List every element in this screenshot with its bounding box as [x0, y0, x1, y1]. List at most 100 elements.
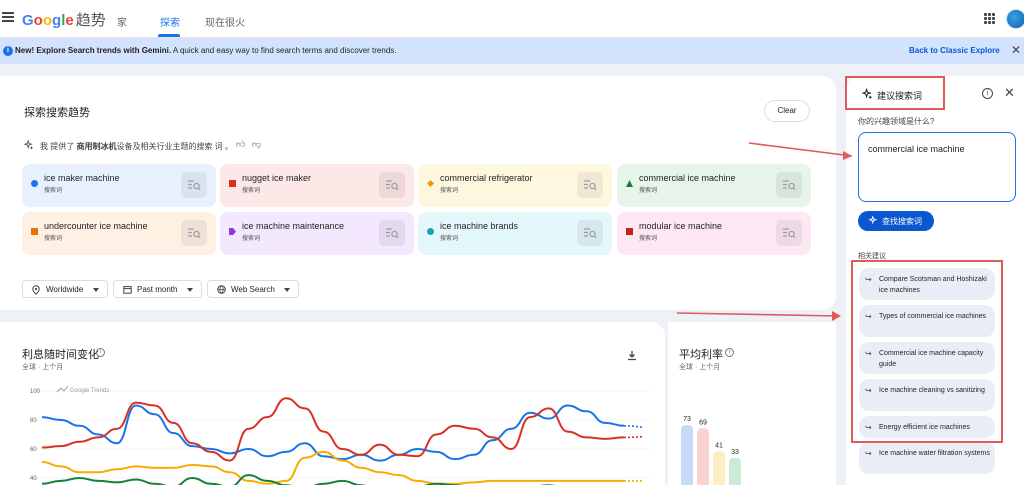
y-tick-label: 60 [30, 447, 37, 453]
thumbs-up-icon[interactable]: 👍︎ [236, 139, 245, 150]
series-marker-icon [427, 228, 434, 235]
term-options-button[interactable] [776, 172, 802, 198]
interest-chart-subtitle: 全球 · 上个月 [22, 364, 64, 371]
account-avatar[interactable] [1006, 9, 1024, 29]
search-term-card[interactable]: commercial refrigerator 搜索词 [418, 164, 612, 207]
bar-value-label: 69 [699, 419, 707, 426]
bar-value-label: 33 [731, 449, 739, 456]
globe-icon [217, 285, 226, 294]
search-term-card[interactable]: ice machine maintenance 搜索词 [220, 212, 414, 255]
interest-chart-title: 利息随时间变化 [22, 349, 99, 361]
tab-explore[interactable]: 探索 [160, 14, 180, 29]
search-term-card[interactable]: undercounter ice machine 搜索词 [22, 212, 216, 255]
arrow-forward-icon: ↪ [865, 449, 872, 458]
term-options-button[interactable] [379, 220, 405, 246]
interest-line-chart: 100 80 60 40 Google Trends [30, 385, 650, 485]
location-filter[interactable]: Worldwide [22, 280, 108, 298]
term-options-button[interactable] [577, 220, 603, 246]
suggestion-chip[interactable]: ↪ Compare Scotsman and Hoshizaki ice mach… [859, 268, 995, 300]
suggestion-chip[interactable]: ↪ Commercial ice machine capacity guide [859, 342, 995, 374]
suggestion-chip[interactable]: ↪ Energy efficient ice machines [859, 416, 995, 438]
search-term-card[interactable]: ice machine brands 搜索词 [418, 212, 612, 255]
suggestion-text: Commercial ice machine capacity guide [879, 350, 984, 368]
list-search-icon [783, 228, 796, 239]
chevron-down-icon [93, 288, 99, 292]
suggestion-chip[interactable]: ↪ Ice machine cleaning vs sanitizing [859, 379, 995, 411]
info-icon[interactable]: i [982, 88, 993, 99]
search-term-card[interactable]: ice maker machine 搜索词 [22, 164, 216, 207]
average-bar [729, 457, 741, 485]
search-type-filter[interactable]: Web Search [207, 280, 299, 298]
find-search-terms-label: 查找搜索词 [882, 217, 922, 226]
search-term-label: ice machine maintenance [242, 221, 345, 231]
arrow-forward-icon: ↪ [865, 312, 872, 321]
search-term-type: 搜索词 [242, 236, 261, 242]
google-apps-icon[interactable] [984, 13, 995, 24]
list-search-icon [386, 228, 399, 239]
search-term-label: commercial refrigerator [440, 173, 533, 183]
series-marker-icon [229, 180, 236, 187]
search-term-label: undercounter ice machine [44, 221, 148, 231]
search-term-card[interactable]: commercial ice machine 搜索词 [617, 164, 811, 207]
average-chart-subtitle: 全球 · 上个月 [679, 364, 721, 371]
close-icon[interactable]: ✕ [1011, 43, 1021, 57]
search-term-label: nugget ice maker [242, 173, 312, 183]
search-term-type: 搜索词 [44, 188, 63, 194]
list-search-icon [783, 180, 796, 191]
logo-trends-text: 趋势 [75, 12, 106, 29]
search-term-type: 搜索词 [440, 236, 459, 242]
search-type-filter-label: Web Search [231, 285, 275, 294]
bar-value-label: 41 [715, 442, 723, 449]
y-tick-label: 80 [30, 418, 37, 424]
suggestion-text: Ice machine water filtration systems [879, 450, 990, 457]
search-term-card[interactable]: modular ice machine 搜索词 [617, 212, 811, 255]
info-icon[interactable]: i [96, 348, 105, 357]
tab-home[interactable]: 家 [117, 14, 127, 29]
explore-card: 探索搜索趋势 Clear 我 提供了 商用制冰机设备及相关行业主题的搜索 词 。… [0, 76, 836, 310]
hamburger-menu-icon[interactable] [2, 12, 14, 24]
info-icon[interactable]: i [725, 348, 734, 357]
average-bar [681, 425, 693, 485]
arrow-forward-icon: ↪ [865, 349, 872, 358]
series-line [41, 450, 624, 485]
term-options-button[interactable] [181, 172, 207, 198]
series-projection [623, 425, 645, 429]
ai-note: 我 提供了 商用制冰机设备及相关行业主题的搜索 词 。 [40, 142, 233, 151]
download-icon[interactable] [627, 350, 637, 361]
interest-question: 你的兴趣领域是什么? [858, 117, 935, 126]
suggestion-chip[interactable]: ↪ Types of commercial ice machines [859, 305, 995, 337]
thumbs-down-icon[interactable]: 👎︎ [252, 139, 261, 150]
time-range-filter[interactable]: Past month [113, 280, 202, 298]
logo-google-text: Google [22, 12, 74, 29]
search-term-type: 搜索词 [44, 236, 63, 242]
list-search-icon [584, 180, 597, 191]
active-tab-indicator [158, 34, 180, 37]
back-to-classic-link[interactable]: Back to Classic Explore [909, 46, 1000, 55]
term-options-button[interactable] [776, 220, 802, 246]
term-options-button[interactable] [379, 172, 405, 198]
tab-trending-now[interactable]: 现在很火 [205, 14, 245, 29]
search-term-type: 搜索词 [440, 188, 459, 194]
term-options-button[interactable] [181, 220, 207, 246]
search-term-label: commercial ice machine [639, 173, 736, 183]
sparkle-icon [862, 88, 872, 99]
suggestion-chip[interactable]: ↪ Ice machine water filtration systems [859, 442, 995, 474]
y-tick-label: 40 [30, 476, 37, 482]
term-options-button[interactable] [577, 172, 603, 198]
search-term-type: 搜索词 [242, 188, 261, 194]
location-filter-label: Worldwide [46, 285, 84, 294]
google-trends-logo[interactable]: Google 趋势 [22, 9, 106, 30]
list-search-icon [584, 228, 597, 239]
series-marker-icon [229, 228, 236, 235]
clear-button[interactable]: Clear [764, 100, 810, 122]
list-search-icon [386, 180, 399, 191]
search-term-label: ice machine brands [440, 221, 519, 231]
find-search-terms-button[interactable]: 查找搜索词 [858, 211, 934, 231]
average-interest-card: 平均利率 i 全球 · 上个月 73 69 41 33 [668, 322, 836, 485]
interest-topic-input[interactable]: commercial ice machine [858, 132, 1016, 202]
series-marker-icon [31, 180, 38, 187]
close-icon[interactable]: ✕ [1004, 85, 1015, 101]
search-term-card[interactable]: nugget ice maker 搜索词 [220, 164, 414, 207]
series-marker-icon [626, 180, 633, 187]
bar-value-label: 73 [683, 416, 691, 423]
